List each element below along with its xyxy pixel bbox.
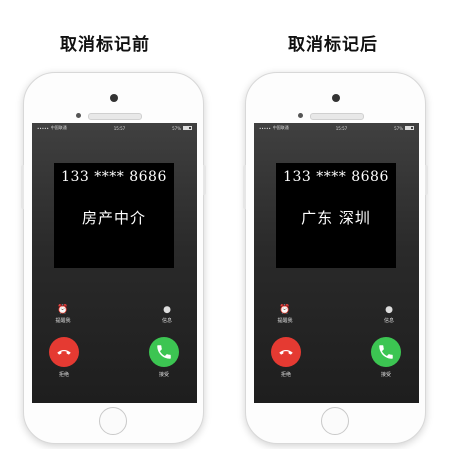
accept-button[interactable] bbox=[371, 337, 401, 367]
earpiece-speaker bbox=[88, 113, 142, 120]
caller-number: 133 **** 8686 bbox=[283, 169, 389, 185]
status-bar: ••••• 中国联通 15:57 57% bbox=[254, 123, 419, 133]
message-button[interactable]: ● 信息 bbox=[142, 305, 192, 324]
phone-hangup-icon bbox=[279, 349, 293, 355]
signal-icon: ••••• bbox=[259, 125, 271, 131]
phone-hangup-icon bbox=[57, 349, 71, 355]
incoming-call-screen: ••••• 中国联通 15:57 57% 133 **** 8686 广东 深圳… bbox=[254, 123, 419, 403]
battery-percent: 57% bbox=[394, 125, 403, 131]
phone-answer-icon bbox=[379, 345, 393, 359]
message-button[interactable]: ● 信息 bbox=[364, 305, 414, 324]
accept-label: 接受 bbox=[380, 372, 391, 378]
front-camera bbox=[332, 94, 340, 102]
decline-label: 拒绝 bbox=[58, 372, 69, 378]
proximity-sensor bbox=[76, 113, 81, 118]
carrier-name: 中国联通 bbox=[272, 125, 289, 130]
caller-tag: 房产中介 bbox=[81, 209, 146, 227]
caption-before: 取消标记前 bbox=[60, 35, 150, 55]
caption-after: 取消标记后 bbox=[288, 35, 378, 55]
caller-card: 133 **** 8686 广东 深圳 bbox=[276, 163, 396, 268]
message-label: 信息 bbox=[383, 318, 394, 324]
battery-percent: 57% bbox=[172, 125, 181, 131]
alarm-icon: ⏰ bbox=[57, 305, 69, 315]
remind-me-button[interactable]: ⏰ 提醒我 bbox=[260, 305, 310, 324]
decline-button[interactable] bbox=[49, 337, 79, 367]
status-time: 15:57 bbox=[335, 125, 348, 131]
incoming-call-screen: ••••• 中国联通 15:57 57% 133 **** 8686 房产中介 … bbox=[32, 123, 197, 403]
carrier-name: 中国联通 bbox=[50, 125, 67, 130]
phone-before: ••••• 中国联通 15:57 57% 133 **** 8686 房产中介 … bbox=[21, 72, 206, 444]
status-time: 15:57 bbox=[113, 125, 126, 131]
decline-label: 拒绝 bbox=[280, 372, 291, 378]
message-bubble-icon: ● bbox=[385, 305, 393, 315]
signal-icon: ••••• bbox=[37, 125, 49, 131]
home-button[interactable] bbox=[321, 407, 349, 435]
remind-me-button[interactable]: ⏰ 提醒我 bbox=[38, 305, 88, 324]
caller-location: 广东 深圳 bbox=[301, 209, 371, 227]
caller-number: 133 **** 8686 bbox=[61, 169, 167, 185]
earpiece-speaker bbox=[310, 113, 364, 120]
phone-after: ••••• 中国联通 15:57 57% 133 **** 8686 广东 深圳… bbox=[243, 72, 428, 444]
accept-label: 接受 bbox=[158, 372, 169, 378]
battery-icon bbox=[405, 126, 414, 130]
front-camera bbox=[110, 94, 118, 102]
status-bar: ••••• 中国联通 15:57 57% bbox=[32, 123, 197, 133]
caller-card: 133 **** 8686 房产中介 bbox=[54, 163, 174, 268]
phone-answer-icon bbox=[157, 345, 171, 359]
message-label: 信息 bbox=[161, 318, 172, 324]
message-bubble-icon: ● bbox=[163, 305, 171, 315]
remind-me-label: 提醒我 bbox=[277, 318, 293, 324]
decline-button[interactable] bbox=[271, 337, 301, 367]
accept-button[interactable] bbox=[149, 337, 179, 367]
proximity-sensor bbox=[298, 113, 303, 118]
battery-icon bbox=[183, 126, 192, 130]
home-button[interactable] bbox=[99, 407, 127, 435]
remind-me-label: 提醒我 bbox=[55, 318, 71, 324]
alarm-icon: ⏰ bbox=[279, 305, 291, 315]
